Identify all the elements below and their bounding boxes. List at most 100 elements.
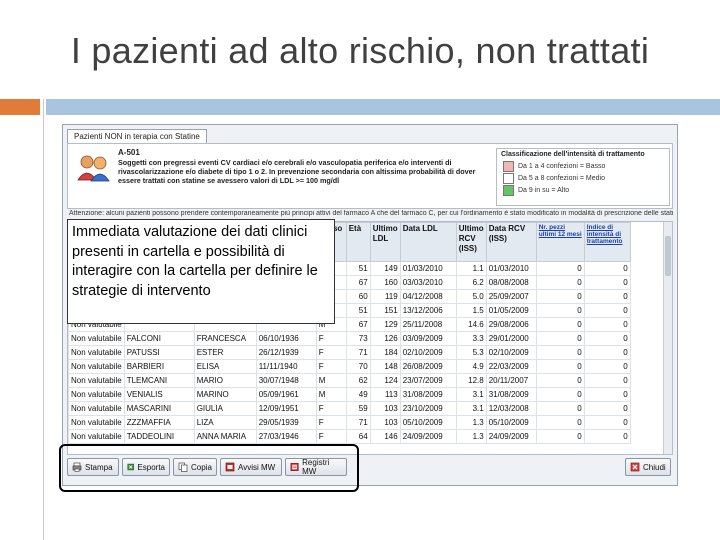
table-cell: 1.1: [455, 261, 487, 276]
table-cell: 0: [535, 359, 585, 374]
table-cell: 0: [535, 303, 585, 318]
callout-annotation: Immediata valutazione dei dati clinici p…: [67, 219, 335, 324]
table-cell: 0: [535, 415, 585, 430]
table-cell: 4.9: [455, 359, 487, 374]
table-cell: 31/08/2009: [399, 387, 457, 402]
table-cell: 02/10/2009: [399, 345, 457, 360]
table-cell: 51: [345, 261, 371, 276]
table-cell: 124: [369, 373, 401, 388]
intensity-legend: Classificazione dell'intensità di tratta…: [496, 148, 670, 206]
table-row[interactable]: Non valutabile ZZZMAFFIA LIZA 29/05/1939 F 71…: [68, 415, 631, 430]
scrollbar-thumb[interactable]: [665, 236, 671, 276]
column-header[interactable]: Nr. pezzi ultimi 12 mesi: [535, 222, 585, 262]
table-cell: 0: [583, 303, 631, 318]
table-cell: 0: [535, 373, 585, 388]
table-row[interactable]: Non valutabile TADDEOLINI ANNA MARIA 27/03/…: [68, 429, 631, 444]
table-cell: 0: [583, 415, 631, 430]
legend-title: Classificazione dell'intensità di tratta…: [501, 151, 645, 158]
table-cell: Non valutabile: [68, 331, 125, 346]
info-panel: A-501 Soggetti con pregressi eventi CV c…: [67, 143, 673, 209]
table-cell: 5.3: [455, 345, 487, 360]
table-cell: 0: [583, 261, 631, 276]
table-row[interactable]: Non valutabile PATUSSI ESTER 26/12/1939 F 71 1…: [68, 345, 631, 360]
table-cell: 149: [369, 261, 401, 276]
table-cell: 20/11/2007: [485, 373, 537, 388]
table-cell: 03/09/2009: [399, 331, 457, 346]
legend-label-high: Da 9 in su = Alto: [518, 186, 570, 194]
table-cell: F: [315, 345, 347, 360]
table-cell: F: [315, 331, 347, 346]
table-row[interactable]: Non valutabile BARBIERI ELISA 11/11/1940 F 70…: [68, 359, 631, 374]
attention-note: Attenzione: alcuni pazienti possono pren…: [69, 210, 673, 217]
table-row[interactable]: Non valutabile FALCONI FRANCESCA 06/10/1936…: [68, 331, 631, 346]
table-cell: 23/07/2009: [399, 373, 457, 388]
table-cell: 01/03/2010: [485, 261, 537, 276]
table-cell: 24/09/2009: [485, 429, 537, 444]
table-cell: 73: [345, 331, 371, 346]
table-cell: 24/09/2009: [399, 429, 457, 444]
table-row[interactable]: Non valutabile VENIALIS MARINO 05/09/1961 M 4…: [68, 387, 631, 402]
table-cell: TADDEOLINI: [123, 429, 195, 444]
legend-item-medium: Da 5 a 8 confezioni = Medio: [497, 172, 669, 184]
table-cell: 12/09/1951: [255, 401, 317, 416]
table-cell: 70: [345, 359, 371, 374]
column-header[interactable]: Età: [345, 222, 371, 262]
table-cell: Non valutabile: [68, 359, 125, 374]
table-cell: ESTER: [193, 345, 257, 360]
table-cell: Non valutabile: [68, 401, 125, 416]
table-cell: 22/03/2009: [485, 359, 537, 374]
table-cell: Non valutabile: [68, 387, 125, 402]
patients-icon: [77, 155, 110, 182]
table-cell: 26/08/2009: [399, 359, 457, 374]
column-header[interactable]: Data LDL: [399, 222, 457, 262]
table-cell: ZZZMAFFIA: [123, 415, 195, 430]
legend-swatch-low: [503, 160, 514, 172]
table-cell: 1.3: [455, 429, 487, 444]
table-cell: 0: [583, 359, 631, 374]
table-row[interactable]: Non valutabile MASCARINI GIULIA 12/09/1951 F…: [68, 401, 631, 416]
table-cell: 67: [345, 275, 371, 290]
table-cell: MARIO: [193, 373, 257, 388]
table-cell: 31/08/2009: [485, 387, 537, 402]
table-cell: 119: [369, 289, 401, 304]
table-cell: MASCARINI: [123, 401, 195, 416]
table-row[interactable]: Non valutabile TLEMCANI MARIO 30/07/1948 M 62…: [68, 373, 631, 388]
column-header[interactable]: Ultimo LDL: [369, 222, 401, 262]
toolbar-highlight-frame: [59, 444, 359, 492]
table-cell: 0: [535, 345, 585, 360]
table-cell: 0: [583, 275, 631, 290]
column-header[interactable]: Ultimo RCV (ISS): [455, 222, 487, 262]
table-cell: F: [315, 359, 347, 374]
table-cell: 129: [369, 317, 401, 332]
table-cell: 71: [345, 415, 371, 430]
table-cell: 62: [345, 373, 371, 388]
table-cell: 1.5: [455, 303, 487, 318]
table-cell: 27/03/1946: [255, 429, 317, 444]
table-cell: MARINO: [193, 387, 257, 402]
legend-swatch-high: [503, 184, 514, 196]
table-cell: 01/05/2009: [485, 303, 537, 318]
table-cell: 0: [583, 345, 631, 360]
table-cell: LIZA: [193, 415, 257, 430]
table-cell: 0: [535, 317, 585, 332]
column-header[interactable]: Data RCV (ISS): [485, 222, 537, 262]
table-cell: 64: [345, 429, 371, 444]
table-cell: 06/10/1936: [255, 331, 317, 346]
table-cell: 0: [535, 289, 585, 304]
table-cell: 05/10/2009: [485, 415, 537, 430]
vertical-scrollbar[interactable]: [663, 222, 672, 454]
table-cell: 0: [583, 317, 631, 332]
table-cell: 0: [535, 261, 585, 276]
table-cell: F: [315, 429, 347, 444]
table-cell: 03/03/2010: [399, 275, 457, 290]
table-cell: 71: [345, 345, 371, 360]
close-button[interactable]: Chiudi: [625, 458, 671, 476]
table-cell: VENIALIS: [123, 387, 195, 402]
table-cell: 6.2: [455, 275, 487, 290]
column-header[interactable]: Indice di intensità di trattamento: [583, 222, 631, 262]
table-cell: 0: [583, 289, 631, 304]
tab-patients-not-treated[interactable]: Pazienti NON in terapia con Statine: [67, 129, 207, 144]
table-cell: 05/09/1961: [255, 387, 317, 402]
table-cell: 25/11/2008: [399, 317, 457, 332]
table-cell: 151: [369, 303, 401, 318]
